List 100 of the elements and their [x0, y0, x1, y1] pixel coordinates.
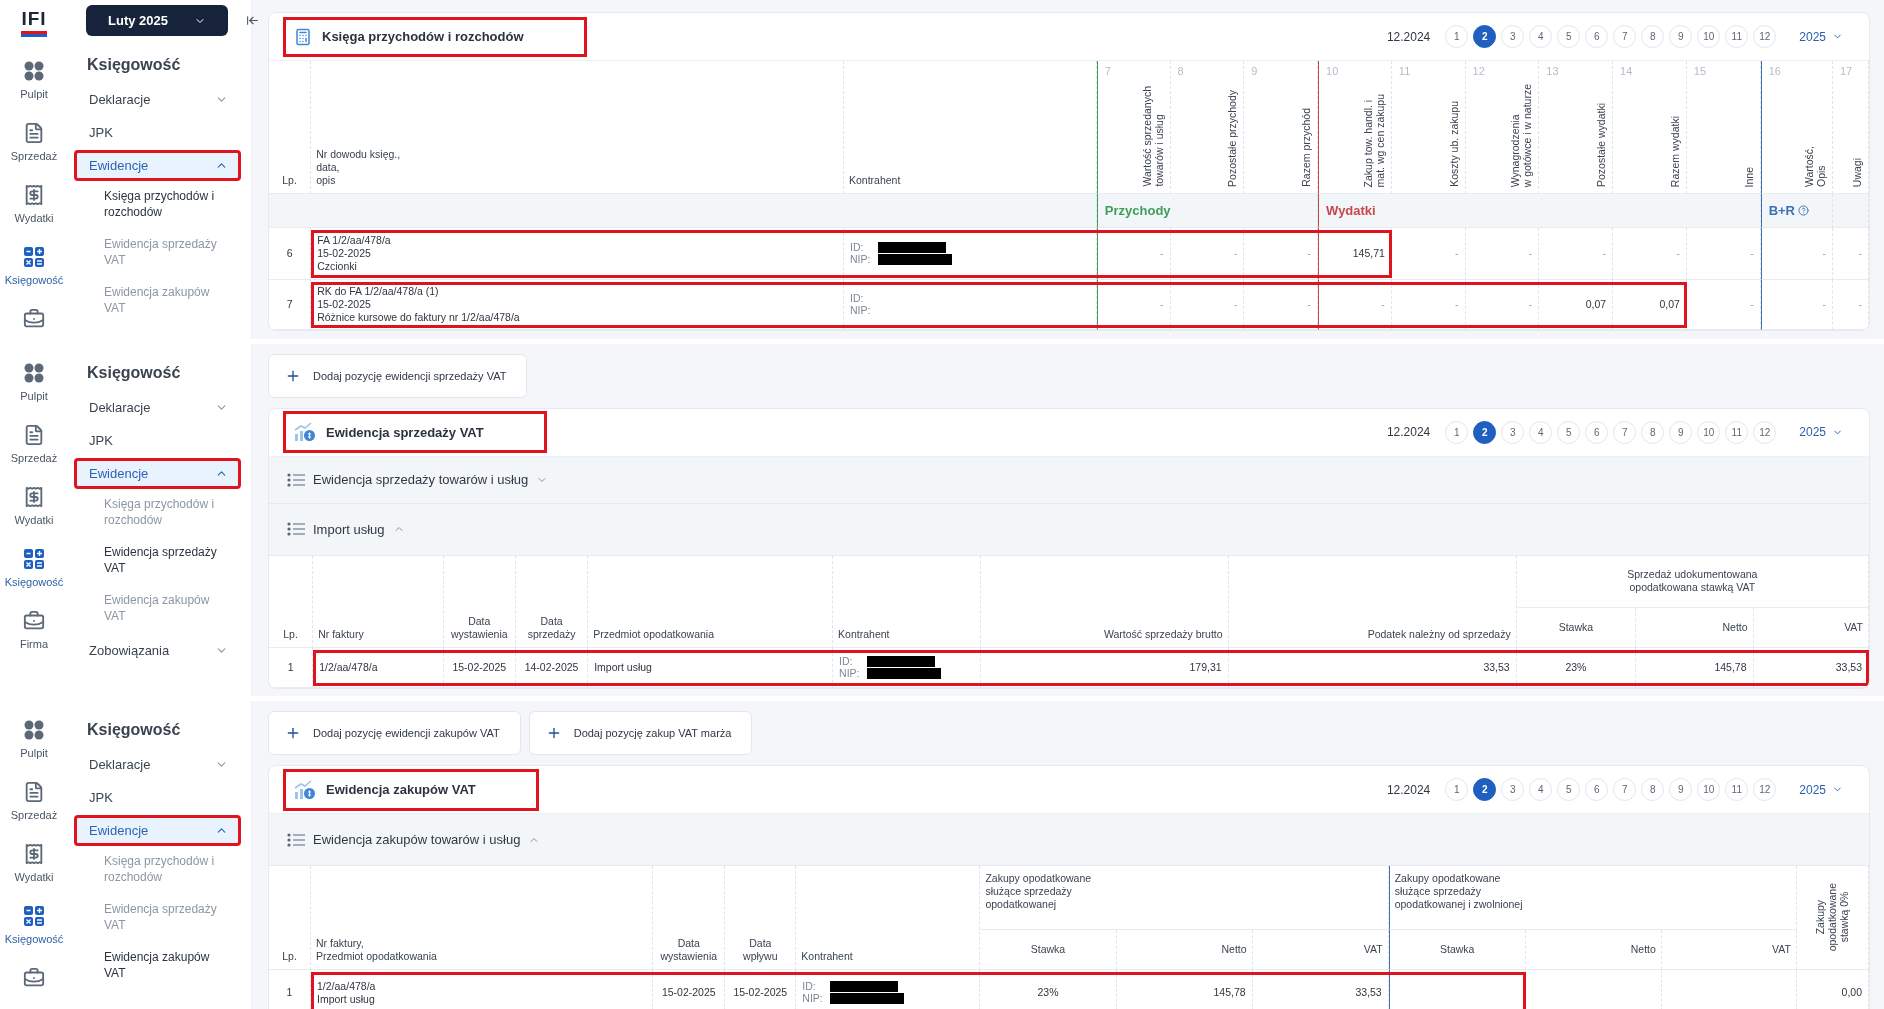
rail-item[interactable]: Firma — [19, 609, 49, 650]
table-cell: - — [1832, 280, 1869, 330]
month-button[interactable]: 2 — [1473, 25, 1497, 48]
month-button[interactable]: 10 — [1697, 420, 1721, 444]
month-button[interactable]: 9 — [1669, 420, 1693, 444]
nav-item[interactable]: JPK — [74, 117, 241, 148]
nav-subitem[interactable]: Ewidencja sprzedaży VAT — [104, 543, 224, 576]
table-cell: - — [1613, 228, 1687, 280]
add-button[interactable]: Dodaj pozycję ewidencji sprzedaży VAT — [268, 353, 528, 398]
id-label: ID: — [849, 241, 865, 254]
table-cell: 1 — [269, 647, 314, 688]
month-button[interactable]: 2 — [1473, 778, 1497, 802]
table-cell: 0,07 — [1539, 280, 1614, 330]
month-button[interactable]: 12 — [1753, 25, 1777, 48]
month-button[interactable]: 1 — [1445, 778, 1469, 802]
month-button[interactable]: 4 — [1529, 420, 1553, 444]
rail-item[interactable]: Księgowość — [4, 246, 64, 286]
rail-item[interactable]: Sprzedaż — [10, 423, 58, 464]
rail-item[interactable]: Sprzedaż — [10, 781, 58, 822]
year-dropdown[interactable]: 2025 — [1793, 424, 1849, 441]
column-group-header: Zakupy opodatkowane służące sprzedaży opodatkowanej — [980, 866, 1389, 931]
month-button[interactable]: 8 — [1641, 25, 1665, 48]
section-header[interactable]: Import usług — [269, 503, 1869, 556]
year-dropdown[interactable]: 2025 — [1793, 28, 1849, 45]
month-button[interactable]: 8 — [1641, 420, 1665, 444]
month-button[interactable]: 11 — [1725, 25, 1749, 48]
add-button[interactable]: Dodaj pozycję ewidencji zakupów VAT — [268, 711, 521, 756]
column-group-header: Sprzedaż udokumentowana opodatkowana stawką VAT — [1516, 555, 1869, 608]
month-button[interactable]: 10 — [1697, 25, 1721, 48]
month-button[interactable]: 12 — [1753, 420, 1777, 444]
rail-item[interactable]: Wydatki — [14, 843, 54, 884]
nav-subitem[interactable]: Księga przychodów i rozchodów — [104, 188, 224, 220]
rail-item[interactable]: Pulpit — [20, 60, 48, 100]
month-button[interactable]: 6 — [1585, 420, 1609, 444]
rail-item[interactable]: Wydatki — [14, 184, 54, 224]
month-button[interactable]: 11 — [1725, 778, 1749, 802]
rail-item[interactable]: Wydatki — [14, 485, 54, 526]
help-icon[interactable] — [1798, 205, 1809, 216]
month-button[interactable]: 6 — [1585, 25, 1609, 48]
month-button[interactable]: 6 — [1585, 778, 1609, 802]
month-button[interactable]: 1 — [1445, 420, 1469, 444]
table-cell: 179,31 — [980, 647, 1229, 688]
month-button[interactable]: 7 — [1613, 420, 1637, 444]
month-button[interactable]: 1 — [1445, 25, 1469, 48]
month-button[interactable]: 9 — [1669, 778, 1693, 802]
section-header[interactable]: Ewidencja zakupów towarów i usług — [269, 814, 1869, 867]
month-button[interactable]: 2 — [1473, 420, 1497, 444]
nav-subitem[interactable]: Ewidencja zakupów VAT — [104, 949, 224, 982]
rail-item[interactable]: Pulpit — [20, 719, 48, 760]
nav-item[interactable]: JPK — [74, 782, 241, 814]
nav-item[interactable]: Ewidencje — [74, 815, 241, 847]
month-button[interactable]: 4 — [1529, 778, 1553, 802]
rail-item[interactable]: Sprzedaż — [10, 122, 58, 162]
year-dropdown[interactable]: 2025 — [1793, 781, 1849, 798]
collapse-icon[interactable] — [246, 14, 259, 27]
nav-item[interactable]: Deklaracje — [74, 749, 241, 781]
column-label: Pozostałe wydatki — [1595, 102, 1608, 187]
briefcase-icon — [23, 308, 45, 330]
id-label: ID: — [802, 980, 817, 994]
nav-item[interactable]: Ewidencje — [74, 457, 241, 489]
month-button[interactable]: 8 — [1641, 778, 1665, 802]
month-button[interactable]: 3 — [1501, 420, 1525, 444]
month-button[interactable]: 5 — [1557, 778, 1581, 802]
table-cell: 23% — [980, 970, 1117, 1009]
table-cell: - — [1244, 280, 1319, 330]
month-button[interactable]: 3 — [1501, 778, 1525, 802]
table-cell: 14-02-2025 — [515, 647, 589, 688]
nav-item[interactable]: Deklaracje — [74, 391, 241, 423]
rail-item[interactable]: Księgowość — [4, 547, 64, 588]
section-header[interactable]: Ewidencja sprzedaży towarów i usług — [269, 456, 1869, 504]
receipt-icon — [23, 843, 45, 866]
month-button[interactable]: 11 — [1725, 420, 1749, 444]
nav-item[interactable]: JPK — [74, 424, 241, 456]
calculator-icon — [294, 27, 312, 46]
add-button[interactable]: Dodaj pozycję zakup VAT marża — [528, 711, 753, 756]
column-header: Przedmiot opodatkowania — [588, 555, 834, 648]
month-button[interactable]: 5 — [1557, 25, 1581, 48]
nav-item[interactable]: Deklaracje — [74, 84, 241, 115]
rail-item[interactable]: Pulpit — [20, 361, 48, 402]
month-button[interactable]: 7 — [1613, 778, 1637, 802]
table-cell: 15-02-2025 — [653, 970, 726, 1009]
rail-item[interactable] — [23, 308, 45, 330]
nav-item[interactable]: Ewidencje — [74, 150, 241, 181]
column-label: Wartość, Opis — [1802, 145, 1827, 187]
table-cell: - — [1686, 228, 1761, 280]
column-number: 7 — [1104, 65, 1111, 78]
column-header: Nr faktury — [313, 555, 444, 648]
month-button[interactable]: 3 — [1501, 25, 1525, 48]
month-button[interactable]: 9 — [1669, 25, 1693, 48]
month-button[interactable]: 7 — [1613, 25, 1637, 48]
table-cell: 33,53 — [1753, 647, 1869, 688]
nav-heading: Księgowość — [86, 363, 182, 382]
nav-item[interactable]: Zobowiązania — [74, 634, 241, 666]
month-button[interactable]: 5 — [1557, 420, 1581, 444]
month-button[interactable]: 4 — [1529, 25, 1553, 48]
rail-item[interactable]: Księgowość — [4, 905, 64, 946]
table-cell: 1 — [269, 970, 311, 1009]
month-button[interactable]: 10 — [1697, 778, 1721, 802]
period-dropdown[interactable]: Luty 2025 — [86, 5, 228, 36]
month-button[interactable]: 12 — [1753, 778, 1777, 802]
